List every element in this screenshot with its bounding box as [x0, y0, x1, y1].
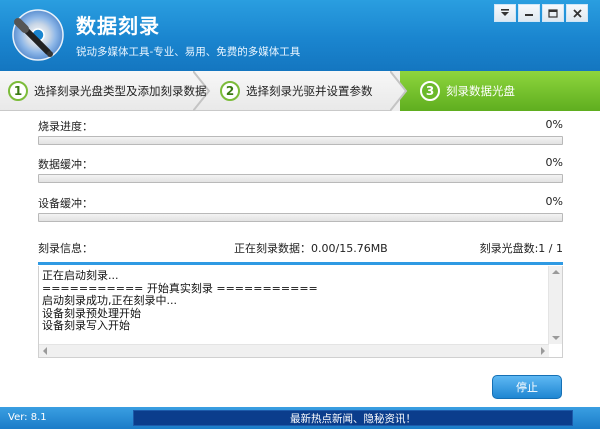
log-panel[interactable]: 正在启动刻录... =========== 开始真实刻录 ===========… [38, 266, 563, 358]
step-label: 刻录数据光盘 [446, 84, 515, 98]
data-buffer-label: 数据缓冲： [38, 158, 93, 171]
scroll-right-icon[interactable] [541, 347, 545, 355]
maximize-icon [548, 8, 558, 18]
log-lines: 正在启动刻录... =========== 开始真实刻录 ===========… [42, 269, 542, 333]
log-line: 启动刻录成功,正在刻录中... [42, 294, 177, 307]
step-bar: 1 选择刻录光盘类型及添加刻录数据 2 选择刻录光驱并设置参数 3 刻录数据光盘 [0, 71, 600, 111]
data-buffer-value: 0% [545, 156, 563, 169]
device-buffer-bar [38, 213, 563, 222]
minimize-button[interactable] [518, 4, 540, 22]
step-number: 3 [420, 81, 440, 101]
device-buffer-label: 设备缓冲： [38, 197, 93, 210]
burn-status-text: 正在刻录数据：0.00/15.76MB [234, 242, 388, 255]
step-label: 选择刻录光盘类型及添加刻录数据 [34, 84, 207, 98]
step-1[interactable]: 1 选择刻录光盘类型及添加刻录数据 [8, 71, 207, 111]
disc-count-text: 刻录光盘数:1 / 1 [479, 242, 563, 255]
version-text: Ver: 8.1 [8, 412, 47, 423]
scroll-up-icon[interactable] [552, 270, 560, 274]
burn-info-label: 刻录信息： [38, 242, 93, 255]
horizontal-scrollbar[interactable] [39, 344, 549, 357]
title-bar: 数据刻录 锐动多媒体工具-专业、易用、免费的多媒体工具 [0, 0, 600, 71]
data-buffer-bar [38, 174, 563, 183]
scroll-left-icon[interactable] [43, 347, 47, 355]
app-logo-icon [12, 9, 64, 61]
log-line: 设备刻录写入开始 [42, 319, 130, 332]
log-separator [38, 262, 563, 265]
step-2[interactable]: 2 选择刻录光驱并设置参数 [220, 71, 373, 111]
window-controls [492, 4, 588, 22]
footer: Ver: 8.1 最新热点新闻、隐秘资讯！ [0, 407, 600, 429]
burn-info-row: 刻录信息： 正在刻录数据：0.00/15.76MB 刻录光盘数:1 / 1 [38, 240, 563, 255]
device-buffer-value: 0% [545, 195, 563, 208]
step-separator-icon [390, 71, 408, 111]
minimize-icon [525, 14, 533, 16]
burn-progress-value: 0% [545, 118, 563, 131]
maximize-button[interactable] [542, 4, 564, 22]
close-icon [572, 8, 582, 18]
step-number: 1 [8, 81, 28, 101]
burn-progress-bar [38, 136, 563, 145]
step-3[interactable]: 3 刻录数据光盘 [420, 71, 515, 111]
app-title: 数据刻录 [76, 14, 160, 38]
app-subtitle: 锐动多媒体工具-专业、易用、免费的多媒体工具 [76, 46, 301, 58]
step-label: 选择刻录光驱并设置参数 [246, 84, 373, 98]
stop-button[interactable]: 停止 [492, 375, 562, 399]
step-number: 2 [220, 81, 240, 101]
close-button[interactable] [566, 4, 588, 22]
menu-icon [501, 9, 509, 16]
news-link[interactable]: 最新热点新闻、隐秘资讯！ [133, 410, 573, 426]
vertical-scrollbar[interactable] [548, 266, 562, 344]
menu-button[interactable] [494, 4, 516, 22]
burn-progress-label: 烧录进度： [38, 120, 93, 133]
log-line: 正在启动刻录... [42, 269, 119, 282]
scroll-down-icon[interactable] [552, 336, 560, 340]
